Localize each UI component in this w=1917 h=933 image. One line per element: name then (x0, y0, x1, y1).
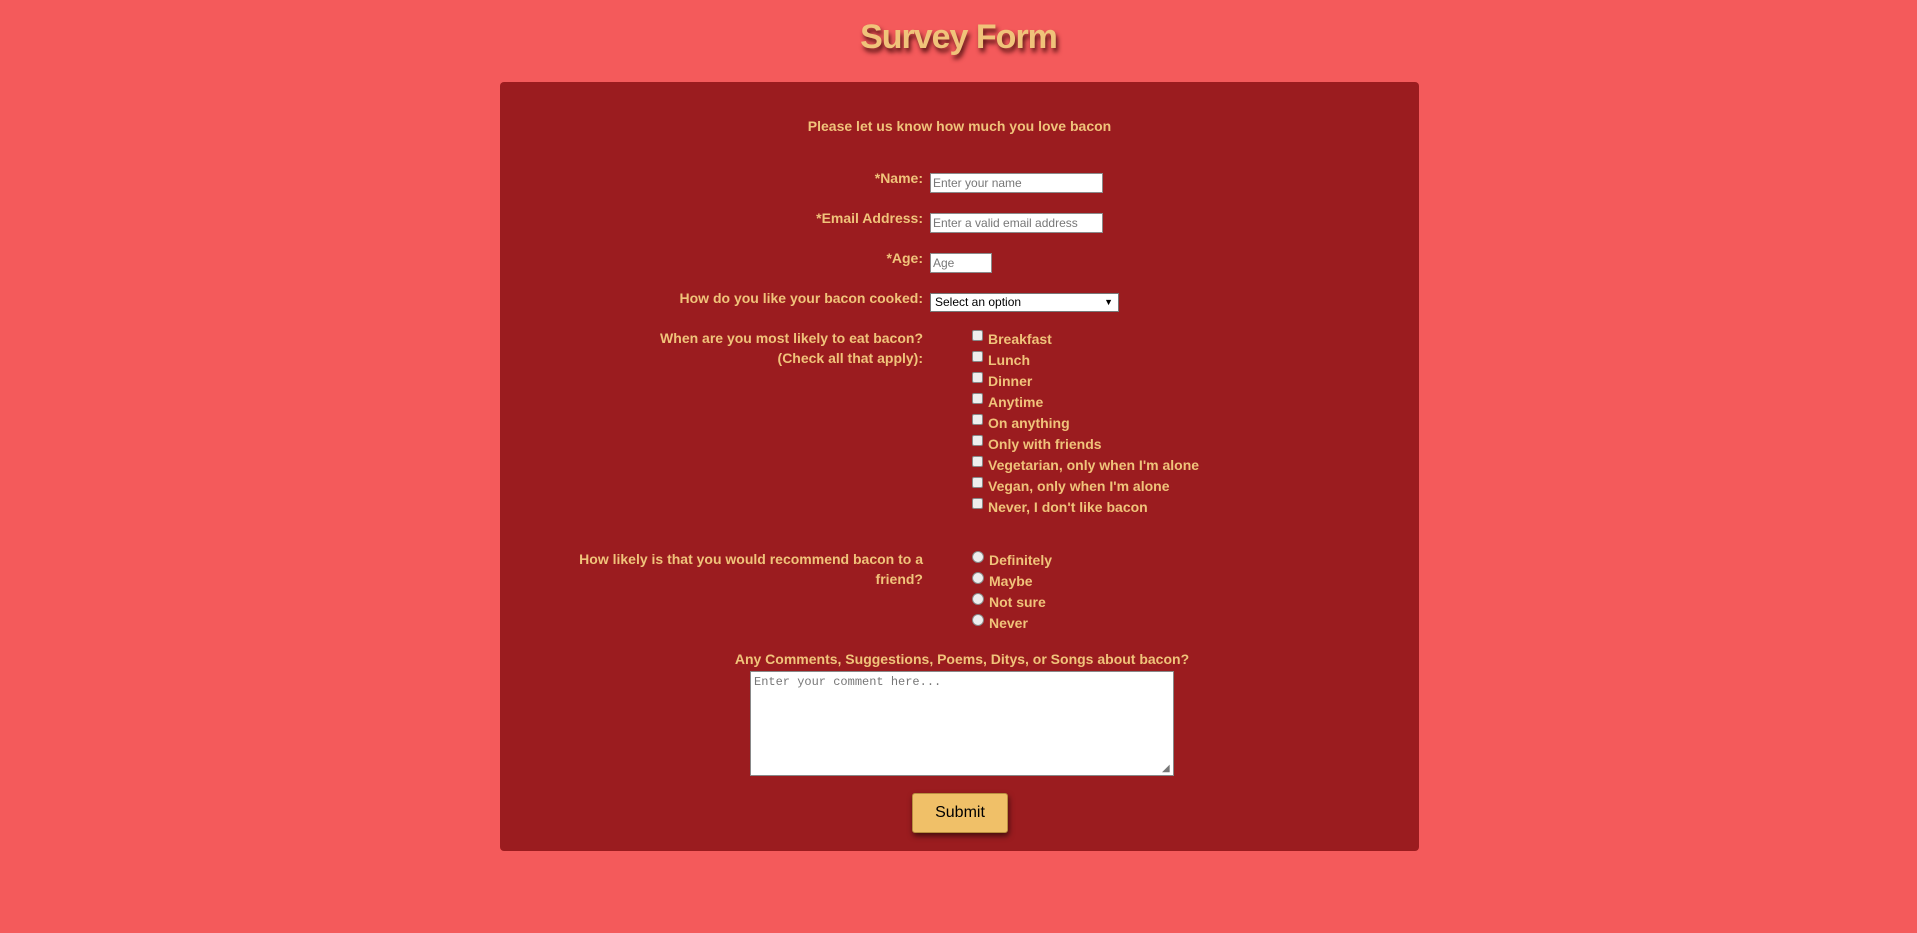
when-label-line1: When are you most likely to eat bacon? (660, 330, 923, 346)
when-label: When are you most likely to eat bacon? (… (660, 328, 923, 368)
age-input[interactable] (930, 253, 992, 273)
name-input[interactable] (930, 173, 1103, 193)
survey-form: Please let us know how much you love bac… (500, 82, 1419, 851)
resize-handle-icon[interactable]: ◢ (1162, 764, 1172, 774)
when-option[interactable]: On anything (972, 413, 1070, 434)
radio-button[interactable] (972, 593, 984, 605)
recommend-option[interactable]: Maybe (972, 571, 1033, 592)
checkbox[interactable] (972, 498, 983, 509)
when-option[interactable]: Never, I don't like bacon (972, 497, 1148, 518)
recommend-option[interactable]: Not sure (972, 592, 1046, 613)
when-option[interactable]: Vegan, only when I'm alone (972, 476, 1169, 497)
checkbox[interactable] (972, 456, 983, 467)
radio-button[interactable] (972, 614, 984, 626)
checkbox[interactable] (972, 330, 983, 341)
when-option[interactable]: Dinner (972, 371, 1032, 392)
submit-button[interactable]: Submit (912, 793, 1008, 833)
form-intro: Please let us know how much you love bac… (807, 118, 1112, 134)
cooked-select-value: Select an option (935, 295, 1022, 309)
when-option[interactable]: Vegetarian, only when I'm alone (972, 455, 1199, 476)
recommend-option[interactable]: Never (972, 613, 1028, 634)
when-option[interactable]: Only with friends (972, 434, 1102, 455)
checkbox[interactable] (972, 414, 983, 425)
name-label: *Name: (874, 170, 923, 186)
email-label: *Email Address: (816, 210, 923, 226)
checkbox[interactable] (972, 435, 983, 446)
age-label: *Age: (886, 250, 923, 266)
cooked-select[interactable]: Select an option ▼ (930, 293, 1119, 312)
checkbox[interactable] (972, 477, 983, 488)
comments-label: Any Comments, Suggestions, Poems, Ditys,… (734, 651, 1190, 667)
comments-textarea[interactable] (750, 671, 1174, 776)
recommend-option[interactable]: Definitely (972, 550, 1052, 571)
page-title: Survey Form (860, 18, 1058, 56)
chevron-down-icon: ▼ (1104, 297, 1113, 307)
cooked-label: How do you like your bacon cooked: (679, 290, 923, 306)
checkbox[interactable] (972, 393, 983, 404)
checkbox[interactable] (972, 351, 983, 362)
checkbox[interactable] (972, 372, 983, 383)
when-option[interactable]: Anytime (972, 392, 1043, 413)
radio-button[interactable] (972, 551, 984, 563)
when-option[interactable]: Breakfast (972, 329, 1052, 350)
recommend-label-line1: How likely is that you would recommend b… (579, 551, 923, 567)
radio-button[interactable] (972, 572, 984, 584)
when-label-line2: (Check all that apply): (777, 350, 923, 366)
email-input[interactable] (930, 213, 1103, 233)
recommend-label-line2: friend? (875, 571, 923, 587)
when-option[interactable]: Lunch (972, 350, 1030, 371)
recommend-label: How likely is that you would recommend b… (579, 549, 923, 589)
